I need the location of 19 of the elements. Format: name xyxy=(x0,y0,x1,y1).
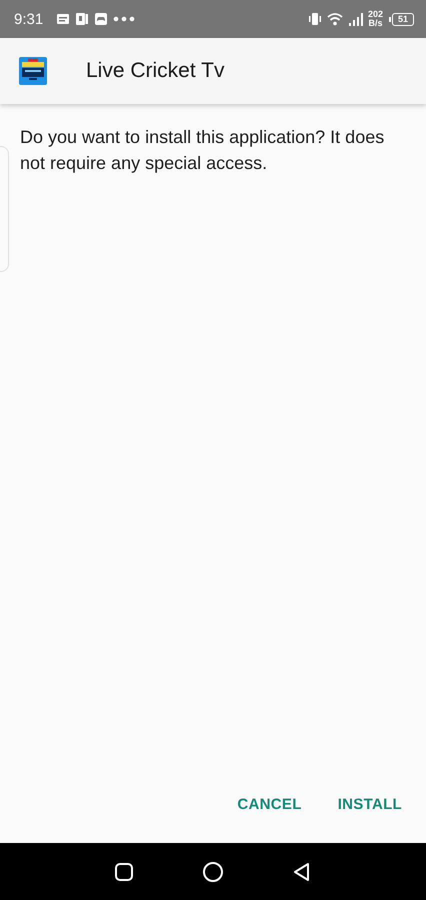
battery-indicator: 51 xyxy=(392,12,414,26)
wifi-icon xyxy=(326,12,343,26)
network-speed: 202 xyxy=(368,10,383,19)
network-unit: B/s xyxy=(368,19,382,28)
signal-icon xyxy=(348,12,363,26)
app-title: Live Cricket Tv xyxy=(86,59,224,83)
back-icon[interactable] xyxy=(292,862,312,882)
gamepad-icon xyxy=(94,12,108,26)
notes-icon xyxy=(56,12,70,26)
more-icon xyxy=(113,16,136,22)
install-button[interactable]: INSTALL xyxy=(326,788,414,821)
clock: 9:31 xyxy=(14,10,44,28)
app-icon xyxy=(19,57,47,85)
vibrate-icon xyxy=(308,12,322,26)
document-icon xyxy=(75,12,90,26)
cancel-button[interactable]: CANCEL xyxy=(225,788,314,821)
home-icon[interactable] xyxy=(202,860,224,882)
install-message: Do you want to install this application? It does not require any special access. xyxy=(20,126,386,175)
recents-icon[interactable] xyxy=(114,862,134,882)
